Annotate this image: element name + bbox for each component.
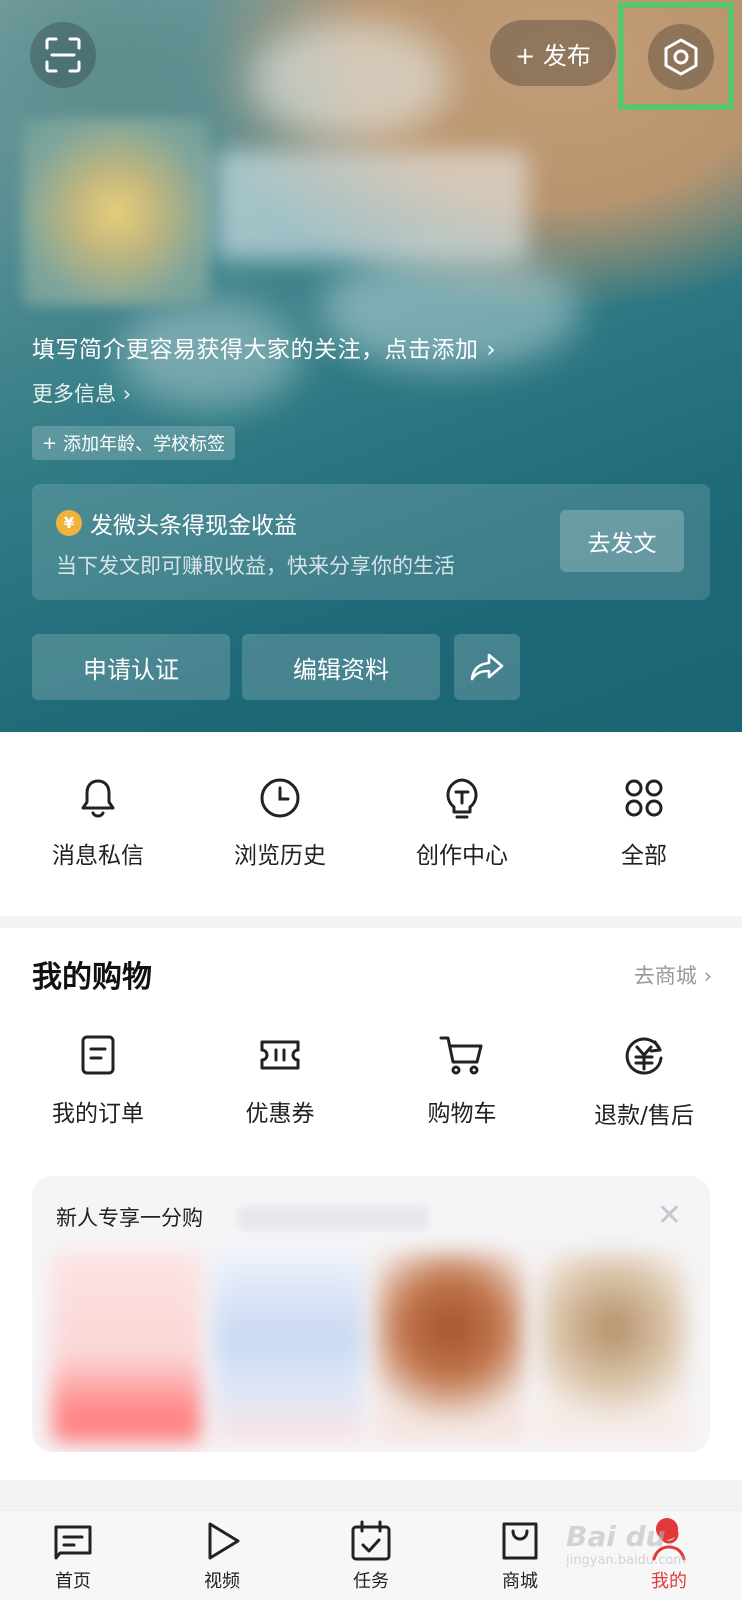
quick-links: 消息私信 浏览历史 创作中心 全部 bbox=[0, 732, 742, 916]
promo-banner: ¥ 发微头条得现金收益 当下发文即可赚取收益，快来分享你的生活 去发文 bbox=[32, 484, 710, 600]
go-mall-link[interactable]: 去商城 › bbox=[634, 960, 712, 990]
product-thumbnail[interactable] bbox=[538, 1252, 688, 1442]
bulb-icon bbox=[446, 778, 478, 819]
order-icon bbox=[81, 1035, 115, 1075]
watermark: Bai du jingyan.baidu.com bbox=[566, 1520, 726, 1590]
quick-link-messages[interactable]: 消息私信 bbox=[7, 776, 189, 870]
calendar-icon bbox=[351, 1520, 391, 1561]
promo-title: 发微头条得现金收益 bbox=[90, 513, 297, 539]
quick-link-history[interactable]: 浏览历史 bbox=[189, 776, 371, 870]
more-info-text: 更多信息 bbox=[32, 382, 116, 406]
publish-button[interactable]: + 发布 bbox=[490, 20, 616, 86]
shop-item-cart[interactable]: 购物车 bbox=[371, 1034, 553, 1128]
clock-icon bbox=[260, 778, 300, 818]
chevron-right-icon: › bbox=[703, 964, 712, 988]
home-icon bbox=[54, 1525, 92, 1560]
tab-tasks[interactable]: 任务 bbox=[316, 1519, 426, 1593]
tab-mall[interactable]: 商城 bbox=[465, 1519, 575, 1593]
edit-profile-button[interactable]: 编辑资料 bbox=[242, 634, 440, 700]
promo-subtitle: 当下发文即可赚取收益，快来分享你的生活 bbox=[56, 554, 455, 578]
product-thumbnail[interactable] bbox=[376, 1252, 526, 1442]
shop-item-coupons[interactable]: 优惠券 bbox=[189, 1034, 371, 1128]
quick-link-label: 全部 bbox=[621, 843, 667, 869]
avatar[interactable] bbox=[22, 118, 210, 306]
product-thumbnail[interactable] bbox=[52, 1252, 202, 1442]
chevron-right-icon: › bbox=[122, 382, 132, 406]
apply-verification-button[interactable]: 申请认证 bbox=[32, 634, 230, 700]
watermark-sub: jingyan.baidu.com bbox=[566, 1553, 686, 1568]
shop-item-label: 我的订单 bbox=[52, 1101, 144, 1127]
publish-label: + 发布 bbox=[515, 41, 591, 70]
quick-link-creator-center[interactable]: 创作中心 bbox=[371, 776, 553, 870]
quick-link-label: 创作中心 bbox=[416, 843, 508, 869]
shopping-section: 我的购物 去商城 › 我的订单 优惠券 购物车 退款/售后 新人专享一分购 ✕ bbox=[0, 928, 742, 1480]
chevron-right-icon: › bbox=[486, 337, 497, 363]
close-icon[interactable]: ✕ bbox=[657, 1198, 682, 1233]
add-tags-label: 添加年龄、学校标签 bbox=[63, 434, 226, 455]
card-title: 新人专享一分购 bbox=[56, 1206, 203, 1230]
tab-label: 商城 bbox=[502, 1571, 538, 1592]
go-mall-text: 去商城 bbox=[633, 964, 697, 988]
cart-icon bbox=[439, 1036, 483, 1075]
share-button[interactable] bbox=[454, 634, 520, 700]
tab-label: 首页 bbox=[55, 1571, 91, 1592]
quick-link-all[interactable]: 全部 bbox=[553, 776, 735, 870]
tab-video[interactable]: 视频 bbox=[167, 1519, 277, 1593]
bio-prompt[interactable]: 填写简介更容易获得大家的关注，点击添加 › bbox=[32, 330, 496, 364]
tab-label: 任务 bbox=[353, 1571, 389, 1592]
shop-item-refund[interactable]: 退款/售后 bbox=[553, 1034, 735, 1130]
refund-icon bbox=[625, 1037, 663, 1075]
shop-item-label: 退款/售后 bbox=[594, 1103, 694, 1129]
tab-label: 视频 bbox=[204, 1571, 240, 1592]
go-post-button[interactable]: 去发文 bbox=[560, 510, 684, 572]
add-tags-button[interactable]: + 添加年龄、学校标签 bbox=[32, 426, 236, 460]
coupon-icon bbox=[260, 1040, 300, 1070]
shopping-bag-icon bbox=[502, 1522, 538, 1560]
username-blurred bbox=[216, 150, 528, 260]
settings-icon bbox=[664, 38, 698, 76]
coin-icon: ¥ bbox=[56, 510, 82, 536]
bell-icon bbox=[81, 779, 115, 818]
shop-item-label: 优惠券 bbox=[245, 1101, 315, 1127]
product-thumbnail[interactable] bbox=[214, 1252, 364, 1442]
bio-prompt-text: 填写简介更容易获得大家的关注，点击添加 bbox=[32, 337, 479, 363]
quick-link-label: 浏览历史 bbox=[234, 843, 326, 869]
grid-icon bbox=[625, 779, 663, 817]
section-title: 我的购物 bbox=[32, 960, 152, 995]
settings-button[interactable] bbox=[648, 24, 714, 90]
profile-header: + 发布 填写简介更容易获得大家的关注，点击添加 › 更多信息 › + 添加年龄… bbox=[0, 0, 742, 732]
shop-item-label: 购物车 bbox=[427, 1101, 497, 1127]
tab-home[interactable]: 首页 bbox=[18, 1519, 128, 1593]
watermark-text: Bai du bbox=[566, 1520, 666, 1553]
share-icon bbox=[470, 653, 504, 681]
background-foam bbox=[250, 20, 450, 140]
scan-button[interactable] bbox=[30, 22, 96, 88]
shop-item-orders[interactable]: 我的订单 bbox=[7, 1034, 189, 1128]
newcomer-deals-card: 新人专享一分购 ✕ bbox=[32, 1176, 710, 1452]
plus-icon: + bbox=[42, 432, 58, 454]
card-subtitle-blurred bbox=[238, 1206, 428, 1230]
scan-icon bbox=[45, 37, 81, 73]
more-info-link[interactable]: 更多信息 › bbox=[32, 378, 131, 408]
settings-highlight bbox=[618, 2, 734, 110]
quick-link-label: 消息私信 bbox=[52, 843, 144, 869]
play-icon bbox=[208, 1522, 240, 1560]
